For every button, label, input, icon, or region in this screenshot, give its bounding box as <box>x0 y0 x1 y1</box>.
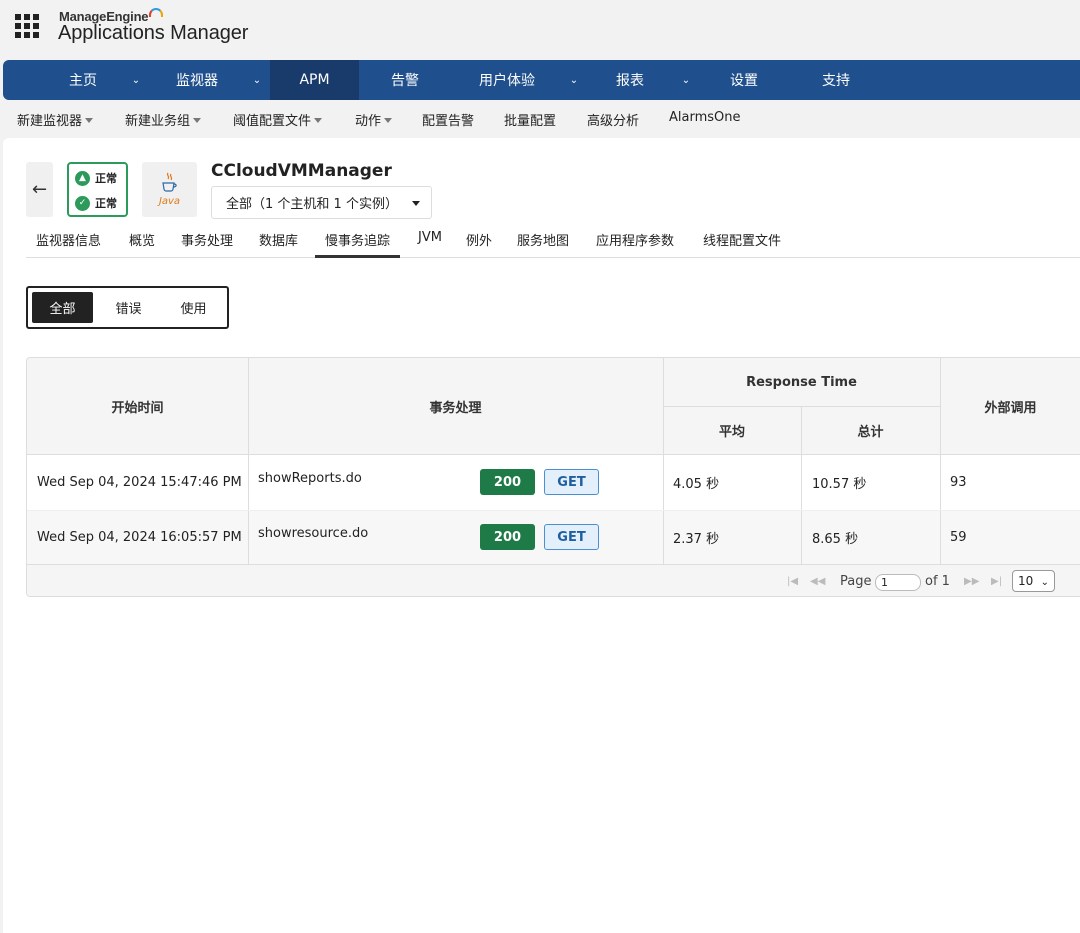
last-page-icon[interactable]: ▶| <box>991 576 1002 587</box>
scope-dropdown[interactable]: 全部（1 个主机和 1 个实例） <box>211 186 432 219</box>
cell-external-calls: 59 <box>950 530 967 545</box>
col-avg[interactable]: 平均 <box>663 406 801 455</box>
filter-all[interactable]: 全部 <box>32 292 93 323</box>
table-row: Wed Sep 04, 2024 15:47:46 PM showReports… <box>27 455 1080 510</box>
back-button[interactable]: ← <box>26 162 53 217</box>
java-logo: Java <box>142 162 197 217</box>
col-start-time[interactable]: 开始时间 <box>27 358 248 455</box>
subnav-actions[interactable]: 动作 <box>355 110 393 129</box>
page-count-label: of 1 <box>925 574 950 589</box>
tab-monitor-info[interactable]: 监视器信息 <box>36 230 101 258</box>
java-cup-icon <box>162 172 177 192</box>
cell-start-time: Wed Sep 04, 2024 15:47:46 PM <box>37 475 242 490</box>
availability-status: ▲ 正常 <box>75 170 117 186</box>
tab-exceptions[interactable]: 例外 <box>466 230 492 258</box>
health-status: ✓ 正常 <box>75 195 117 211</box>
http-method-badge: GET <box>544 469 599 495</box>
tab-thread-profile[interactable]: 线程配置文件 <box>703 230 781 258</box>
dropdown-caret-icon <box>412 201 420 206</box>
brand-arc-icon <box>149 8 164 17</box>
page-label: Page <box>840 574 872 589</box>
nav-settings[interactable]: 设置 <box>717 60 771 100</box>
page-size-select[interactable]: 10 ⌄ <box>1012 570 1055 592</box>
cell-start-time: Wed Sep 04, 2024 16:05:57 PM <box>37 530 242 545</box>
sub-nav: 新建监视器 新建业务组 阈值配置文件 动作 配置告警 批量配置 高级分析 Ala… <box>0 100 1080 136</box>
cell-avg: 4.05 秒 <box>673 477 720 492</box>
tab-transactions[interactable]: 事务处理 <box>181 230 233 258</box>
subnav-alarmsone[interactable]: AlarmsOne <box>669 110 741 125</box>
app-header: ManageEngine Applications Manager <box>0 0 1080 58</box>
cell-total: 10.57 秒 <box>812 477 867 492</box>
table-row: Wed Sep 04, 2024 16:05:57 PM showresourc… <box>27 510 1080 565</box>
page-number-input[interactable]: 1 <box>875 574 921 591</box>
cell-external-calls: 93 <box>950 475 967 490</box>
nav-home[interactable]: 主页 <box>58 60 108 100</box>
status-code-badge: 200 <box>480 469 535 495</box>
back-arrow-icon: ← <box>31 179 48 200</box>
slow-transactions-table: 开始时间 事务处理 Response Time 平均 总计 外部调用 Wed S… <box>26 357 1080 597</box>
next-page-icon[interactable]: ▶▶ <box>964 576 979 587</box>
subnav-threshold-profile[interactable]: 阈值配置文件 <box>233 110 323 129</box>
filter-usage[interactable]: 使用 <box>163 292 224 323</box>
subnav-new-monitor[interactable]: 新建监视器 <box>17 110 94 129</box>
tab-app-parameters[interactable]: 应用程序参数 <box>596 230 674 258</box>
nav-monitors-chevron-down-icon[interactable]: ⌄ <box>247 60 267 100</box>
tab-overview[interactable]: 概览 <box>129 230 155 258</box>
filter-segmented-control: 全部 错误 使用 <box>26 286 229 329</box>
subnav-configure-alarms[interactable]: 配置告警 <box>422 110 474 129</box>
status-code-badge: 200 <box>480 524 535 550</box>
java-label: Java <box>158 196 181 207</box>
cell-transaction-link[interactable]: showresource.do <box>258 506 368 561</box>
http-method-badge: GET <box>544 524 599 550</box>
chevron-down-icon: ⌄ <box>1040 577 1049 588</box>
checkmark-icon: ✓ <box>75 195 90 211</box>
arrow-up-icon: ▲ <box>75 170 90 186</box>
tab-service-map[interactable]: 服务地图 <box>517 230 569 258</box>
nav-support[interactable]: 支持 <box>809 60 863 100</box>
subnav-new-business-group[interactable]: 新建业务组 <box>125 110 202 129</box>
monitor-title: CCloudVMManager <box>211 161 392 181</box>
table-header: 开始时间 事务处理 Response Time 平均 总计 外部调用 <box>27 358 1080 455</box>
first-page-icon[interactable]: |◀ <box>787 576 798 587</box>
caret-down-icon <box>314 118 323 123</box>
tab-database[interactable]: 数据库 <box>259 230 298 258</box>
brand-product: Applications Manager <box>58 22 249 44</box>
tab-jvm[interactable]: JVM <box>418 230 442 258</box>
nav-ux-chevron-down-icon[interactable]: ⌄ <box>564 60 584 100</box>
table-pager: |◀ ◀◀ Page 1 of 1 ▶▶ ▶| 10 ⌄ <box>27 564 1080 596</box>
cell-total: 8.65 秒 <box>812 532 859 547</box>
caret-down-icon <box>193 118 202 123</box>
caret-down-icon <box>384 118 393 123</box>
nav-apm[interactable]: APM <box>270 60 359 100</box>
nav-monitors[interactable]: 监视器 <box>166 60 228 100</box>
nav-reports-chevron-down-icon[interactable]: ⌄ <box>676 60 696 100</box>
monitor-tabs: 监视器信息 概览 事务处理 数据库 慢事务追踪 JVM 例外 服务地图 应用程序… <box>26 226 1080 258</box>
subnav-advanced-analytics[interactable]: 高级分析 <box>587 110 639 129</box>
cell-transaction-link[interactable]: showReports.do <box>258 451 362 506</box>
nav-alarms[interactable]: 告警 <box>379 60 431 100</box>
main-nav: 主页 ⌄ 监视器 ⌄ APM 告警 用户体验 ⌄ 报表 ⌄ 设置 支持 <box>3 60 1080 100</box>
nav-user-experience[interactable]: 用户体验 <box>469 60 545 100</box>
subnav-bulk-config[interactable]: 批量配置 <box>504 110 556 129</box>
cell-avg: 2.37 秒 <box>673 532 720 547</box>
prev-page-icon[interactable]: ◀◀ <box>810 576 825 587</box>
col-transaction[interactable]: 事务处理 <box>248 358 663 455</box>
col-response-time: Response Time <box>746 374 857 390</box>
app-grid-icon[interactable] <box>15 14 39 38</box>
col-total[interactable]: 总计 <box>801 406 940 455</box>
content-panel: ← ▲ 正常 ✓ 正常 Java CCloudVMManager 全部（1 个主机和… <box>3 138 1080 933</box>
nav-home-chevron-down-icon[interactable]: ⌄ <box>126 60 146 100</box>
tab-slow-transaction-trace[interactable]: 慢事务追踪 <box>315 230 401 258</box>
nav-reports[interactable]: 报表 <box>603 60 657 100</box>
filter-errors[interactable]: 错误 <box>98 292 159 323</box>
monitor-status-box: ▲ 正常 ✓ 正常 <box>67 162 128 217</box>
col-external-calls[interactable]: 外部调用 <box>940 358 1080 455</box>
caret-down-icon <box>85 118 94 123</box>
